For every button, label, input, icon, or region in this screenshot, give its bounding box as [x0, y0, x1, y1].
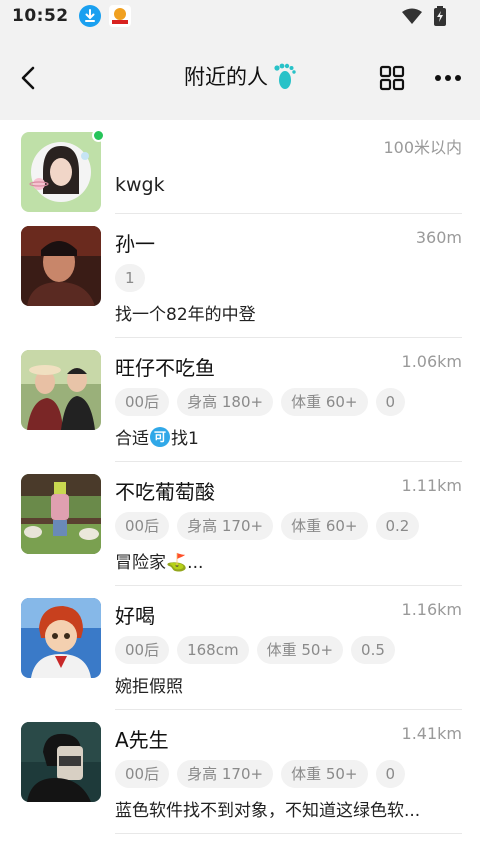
row-content: A先生 1.41km 00后 身高 170+ 体重 50+ 0 蓝色软件找不到对… [115, 710, 462, 834]
user-name: 不吃葡萄酸 [115, 480, 215, 504]
row-content: 孙一 360m 1 找一个82年的中登 [115, 214, 462, 338]
bio-text: 找1 [171, 429, 199, 449]
distance: 1.41km [401, 724, 462, 743]
tag: 体重 60+ [281, 388, 368, 416]
avatar[interactable] [21, 722, 101, 802]
page-title-text: 附近的人 [184, 65, 268, 89]
grid-view-button[interactable] [376, 62, 408, 94]
distance: 1.16km [401, 600, 462, 619]
status-bar: 10:52 [0, 0, 480, 32]
ke-badge-icon: 可 [150, 426, 170, 447]
back-arrow-icon [21, 66, 35, 90]
bio: 找一个82年的中登 [115, 305, 256, 325]
grid-icon [379, 65, 405, 91]
tag: 0 [375, 388, 406, 416]
user-name: A先生 [115, 728, 169, 752]
bio: 合适 可 找1 [115, 424, 199, 449]
tag: 体重 50+ [281, 760, 368, 788]
more-button[interactable] [430, 62, 466, 94]
tag: 身高 170+ [177, 760, 274, 788]
footprint-icon [274, 63, 296, 89]
bio: 婉拒假照 [115, 677, 183, 697]
avatar[interactable] [21, 474, 101, 554]
list-item[interactable]: 旺仔不吃鱼 1.06km 00后 身高 180+ 体重 60+ 0 合适 可 找… [0, 338, 480, 462]
list-item[interactable]: 孙一 360m 1 找一个82年的中登 [0, 214, 480, 338]
tag-list: 00后 身高 170+ 体重 60+ 0.2 [115, 512, 420, 540]
tag: 0.5 [351, 636, 395, 664]
distance: 100米以内 [383, 138, 462, 157]
page-title: 附近的人 [184, 61, 296, 91]
avatar[interactable] [21, 226, 101, 306]
more-icon [435, 75, 461, 81]
list-item[interactable]: 好喝 1.16km 00后 168cm 体重 50+ 0.5 婉拒假照 [0, 586, 480, 710]
battery-charging-icon [434, 6, 446, 30]
tag: 身高 180+ [177, 388, 274, 416]
tag: 168cm [177, 636, 249, 664]
download-icon [78, 5, 101, 27]
row-content: kwgk 100米以内 [115, 120, 462, 214]
tag: 0.2 [375, 512, 420, 540]
tag: 身高 170+ [177, 512, 274, 540]
wifi-icon [402, 8, 422, 28]
tag: 00后 [115, 388, 170, 416]
tag: 1 [115, 264, 145, 292]
tag: 00后 [115, 760, 170, 788]
user-name: 旺仔不吃鱼 [115, 356, 215, 380]
row-content: 不吃葡萄酸 1.11km 00后 身高 170+ 体重 60+ 0.2 冒险家⛳… [115, 462, 462, 586]
bio: 冒险家⛳... [115, 553, 204, 573]
tag: 0 [375, 760, 406, 788]
tag-list: 00后 身高 170+ 体重 50+ 0 [115, 760, 406, 788]
tag-list: 00后 身高 180+ 体重 60+ 0 [115, 388, 406, 416]
user-name: 好喝 [115, 604, 155, 628]
user-name: 孙一 [115, 232, 155, 256]
list-item-me[interactable]: kwgk 100米以内 [0, 120, 480, 214]
tag-list: 00后 168cm 体重 50+ 0.5 [115, 636, 395, 664]
tag: 00后 [115, 512, 170, 540]
distance: 360m [415, 228, 462, 247]
back-button[interactable] [12, 62, 44, 94]
avatar[interactable] [21, 598, 101, 678]
bio: 蓝色软件找不到对象，不知道这绿色软... [115, 801, 421, 821]
list-item[interactable]: A先生 1.41km 00后 身高 170+ 体重 50+ 0 蓝色软件找不到对… [0, 710, 480, 834]
avatar[interactable] [21, 132, 101, 212]
app-notification-icon [108, 5, 131, 27]
distance: 1.11km [401, 476, 462, 495]
tag: 体重 50+ [256, 636, 344, 664]
nav-bar: 附近的人 [0, 32, 480, 120]
list-item[interactable]: 不吃葡萄酸 1.11km 00后 身高 170+ 体重 60+ 0.2 冒险家⛳… [0, 462, 480, 586]
tag-list: 1 [115, 264, 145, 292]
user-name: kwgk [115, 174, 165, 196]
online-indicator [92, 129, 105, 142]
distance: 1.06km [401, 352, 462, 371]
row-content: 旺仔不吃鱼 1.06km 00后 身高 180+ 体重 60+ 0 合适 可 找… [115, 338, 462, 462]
people-list: kwgk 100米以内 孙一 360m 1 找一个82年的中登 旺仔不吃鱼 1.… [0, 120, 480, 834]
tag: 00后 [115, 636, 170, 664]
row-content: 好喝 1.16km 00后 168cm 体重 50+ 0.5 婉拒假照 [115, 586, 462, 710]
avatar[interactable] [21, 350, 101, 430]
bio-text: 合适 [115, 429, 149, 449]
status-time: 10:52 [12, 6, 69, 26]
tag: 体重 60+ [281, 512, 368, 540]
